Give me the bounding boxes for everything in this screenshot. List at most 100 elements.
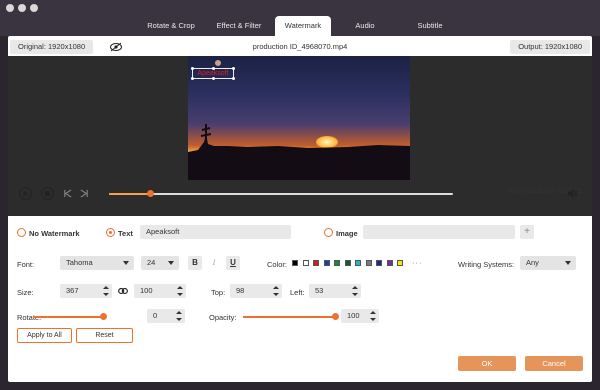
color-swatch[interactable] bbox=[323, 260, 330, 266]
seek-bar[interactable] bbox=[109, 190, 453, 197]
width-value: 367 bbox=[66, 286, 79, 295]
no-watermark-radio[interactable] bbox=[17, 228, 26, 237]
tab-bar: Rotate & Crop Effect & Filter Watermark … bbox=[0, 16, 600, 36]
stop-icon bbox=[45, 191, 50, 196]
info-bar: Original: 1920x1080 production ID_496807… bbox=[8, 40, 592, 54]
volume-icon[interactable] bbox=[567, 188, 578, 199]
watermark-text-input[interactable]: Apeaksoft bbox=[140, 225, 291, 239]
bold-button[interactable]: B bbox=[188, 256, 202, 270]
player-controls: 00:00:02.11/00:00:22.11 bbox=[8, 184, 592, 204]
seek-bar-fill bbox=[109, 193, 151, 195]
rotate-stepper[interactable] bbox=[176, 311, 182, 321]
writing-systems-select[interactable]: Any bbox=[520, 256, 576, 270]
minimize-window-button[interactable] bbox=[18, 4, 26, 12]
color-label: Color: bbox=[267, 260, 288, 269]
image-watermark-label: Image bbox=[336, 229, 358, 238]
tab-audio[interactable]: Audio bbox=[340, 16, 390, 36]
width-stepper[interactable] bbox=[103, 286, 109, 296]
color-swatch[interactable] bbox=[302, 260, 309, 266]
resize-handle[interactable] bbox=[232, 67, 235, 70]
tab-subtitle[interactable]: Subtitle bbox=[402, 16, 458, 36]
top-input[interactable]: 98 bbox=[230, 284, 282, 298]
image-watermark-radio[interactable] bbox=[324, 228, 333, 237]
italic-button[interactable]: I bbox=[207, 256, 221, 270]
height-value: 100 bbox=[140, 286, 153, 295]
seek-bar-knob[interactable] bbox=[146, 190, 154, 197]
opacity-slider-knob[interactable] bbox=[331, 313, 339, 320]
stop-button[interactable] bbox=[41, 187, 54, 200]
size-row: Size: 367 100 Top: 98 Left: 53 bbox=[8, 284, 592, 300]
link-icon[interactable] bbox=[118, 287, 128, 295]
resize-handle[interactable] bbox=[212, 77, 215, 80]
opacity-value: 100 bbox=[347, 311, 360, 320]
title-bar bbox=[0, 0, 600, 16]
color-swatch[interactable] bbox=[344, 260, 351, 266]
tab-watermark[interactable]: Watermark bbox=[275, 16, 331, 36]
rotate-row: Rotate: 0 Opacity: 100 bbox=[8, 309, 592, 325]
text-watermark-label: Text bbox=[118, 229, 133, 238]
font-label: Font: bbox=[17, 260, 35, 269]
resize-handle[interactable] bbox=[191, 77, 194, 80]
left-value: 53 bbox=[315, 286, 324, 295]
close-window-button[interactable] bbox=[6, 4, 14, 12]
resize-handle[interactable] bbox=[191, 67, 194, 70]
file-name: production ID_4968070.mp4 bbox=[252, 42, 348, 51]
add-image-button[interactable]: + bbox=[520, 225, 534, 239]
width-input[interactable]: 367 bbox=[60, 284, 112, 298]
image-path-input[interactable] bbox=[363, 225, 515, 239]
resize-handle[interactable] bbox=[232, 77, 235, 80]
color-swatch[interactable] bbox=[334, 260, 340, 266]
height-input[interactable]: 100 bbox=[134, 284, 186, 298]
opacity-input[interactable]: 100 bbox=[341, 309, 379, 323]
underline-button[interactable]: U bbox=[226, 256, 240, 270]
color-swatch[interactable] bbox=[397, 260, 403, 266]
video-frame: Apeaksoft bbox=[188, 56, 410, 180]
size-label: Size: bbox=[17, 288, 34, 297]
tree-silhouette bbox=[188, 124, 410, 180]
text-watermark-radio[interactable] bbox=[106, 228, 115, 237]
font-family-select[interactable]: Tahoma bbox=[60, 256, 134, 270]
resize-handle[interactable] bbox=[212, 67, 215, 70]
rotate-slider-fill bbox=[33, 316, 103, 318]
opacity-label: Opacity: bbox=[209, 313, 237, 322]
height-stepper[interactable] bbox=[177, 286, 183, 296]
maximize-window-button[interactable] bbox=[30, 4, 38, 12]
ok-button[interactable]: OK bbox=[458, 356, 516, 371]
reset-button[interactable]: Reset bbox=[76, 328, 133, 343]
top-stepper[interactable] bbox=[273, 286, 279, 296]
color-swatch[interactable] bbox=[386, 260, 393, 266]
opacity-slider[interactable] bbox=[243, 313, 339, 320]
color-swatch[interactable] bbox=[365, 260, 372, 266]
rotate-value: 0 bbox=[153, 311, 158, 320]
more-colors-button[interactable]: ··· bbox=[412, 258, 423, 267]
tab-effect-filter[interactable]: Effect & Filter bbox=[206, 16, 272, 36]
top-value: 98 bbox=[236, 286, 245, 295]
color-swatch[interactable] bbox=[292, 260, 298, 266]
font-size-select[interactable]: 24 bbox=[141, 256, 179, 270]
writing-systems-label: Writing Systems: bbox=[458, 260, 515, 269]
top-label: Top: bbox=[211, 288, 226, 297]
opacity-slider-fill bbox=[243, 316, 335, 318]
next-frame-icon[interactable] bbox=[80, 189, 89, 198]
opacity-stepper[interactable] bbox=[370, 311, 376, 321]
rotate-handle[interactable] bbox=[215, 60, 221, 66]
watermark-bounding-box[interactable]: Apeaksoft bbox=[191, 60, 235, 80]
left-input[interactable]: 53 bbox=[309, 284, 361, 298]
font-row: Font: Tahoma 24 B I U Color: ··· Writing… bbox=[8, 256, 592, 272]
previous-frame-icon[interactable] bbox=[63, 189, 72, 198]
left-stepper[interactable] bbox=[352, 286, 358, 296]
no-watermark-label: No Watermark bbox=[29, 229, 80, 238]
output-resolution: Output: 1920x1080 bbox=[510, 40, 590, 54]
rotate-slider[interactable] bbox=[33, 313, 107, 320]
tab-rotate-crop[interactable]: Rotate & Crop bbox=[138, 16, 204, 36]
rotate-input[interactable]: 0 bbox=[147, 309, 185, 323]
color-swatch[interactable] bbox=[355, 260, 361, 266]
rotate-slider-knob[interactable] bbox=[99, 313, 107, 320]
color-swatch[interactable] bbox=[313, 260, 319, 266]
color-swatch[interactable] bbox=[376, 260, 382, 266]
cancel-button[interactable]: Cancel bbox=[525, 356, 583, 371]
apply-to-all-button[interactable]: Apply to All bbox=[17, 328, 72, 343]
watermark-type-row: No Watermark Text Apeaksoft Image + bbox=[8, 225, 592, 241]
play-button[interactable] bbox=[19, 187, 32, 200]
left-label: Left: bbox=[290, 288, 305, 297]
